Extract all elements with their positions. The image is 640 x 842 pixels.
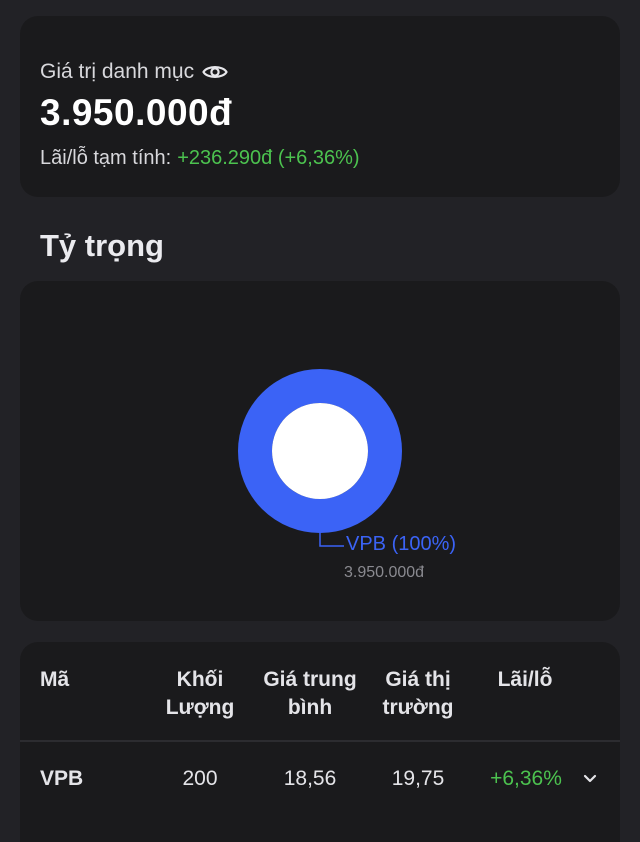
allocation-slice-value: 3.950.000đ: [344, 564, 425, 581]
column-header-avg-price-line2: bình: [287, 696, 333, 719]
row-quantity: 200: [182, 767, 218, 790]
column-header-quantity-line1: Khối: [176, 668, 224, 691]
row-pnl: +6,36%: [490, 767, 562, 790]
portfolio-value-label: Giá trị danh mục: [40, 60, 195, 83]
column-header-avg-price: Giá trung bình: [252, 666, 368, 722]
allocation-title: Tỷ trọng: [40, 228, 164, 263]
portfolio-summary-card: Giá trị danh mục 3.950.000đ Lãi/lỗ tạm t…: [20, 16, 620, 197]
portfolio-total-value: 3.950.000đ: [40, 92, 233, 133]
column-header-market-price: Giá thị trường: [372, 666, 464, 722]
column-header-quantity-line2: Lượng: [165, 696, 235, 719]
pnl-value: +236.290đ (+6,36%): [177, 147, 360, 169]
portfolio-value-label-row: Giá trị danh mục: [40, 60, 228, 84]
chevron-down-icon[interactable]: [582, 770, 598, 786]
pnl-label: Lãi/lỗ tạm tính:: [40, 147, 172, 169]
column-header-market-price-line2: trường: [382, 696, 454, 719]
column-header-quantity: Khối Lượng: [160, 666, 240, 722]
column-header-code: Mã: [40, 668, 70, 691]
row-avg-price: 18,56: [283, 767, 337, 790]
holdings-table: Mã Khối Lượng Giá trung bình Giá thị trư…: [20, 642, 620, 842]
allocation-chart-card: VPB (100%) 3.950.000đ: [20, 281, 620, 621]
table-divider: [20, 740, 620, 742]
row-market-price: 19,75: [391, 767, 445, 790]
allocation-donut-chart: [238, 369, 402, 547]
slice-leader-line: [319, 533, 344, 547]
column-header-market-price-line1: Giá thị: [385, 668, 451, 691]
column-header-avg-price-line1: Giá trung: [263, 668, 357, 691]
column-header-pnl: Lãi/lỗ: [497, 668, 553, 691]
eye-icon[interactable]: [202, 63, 228, 81]
donut-center: [272, 403, 368, 499]
allocation-slice-label: VPB (100%): [346, 533, 457, 555]
row-code: VPB: [40, 767, 84, 790]
pnl-row: Lãi/lỗ tạm tính: +236.290đ (+6,36%): [40, 147, 360, 170]
